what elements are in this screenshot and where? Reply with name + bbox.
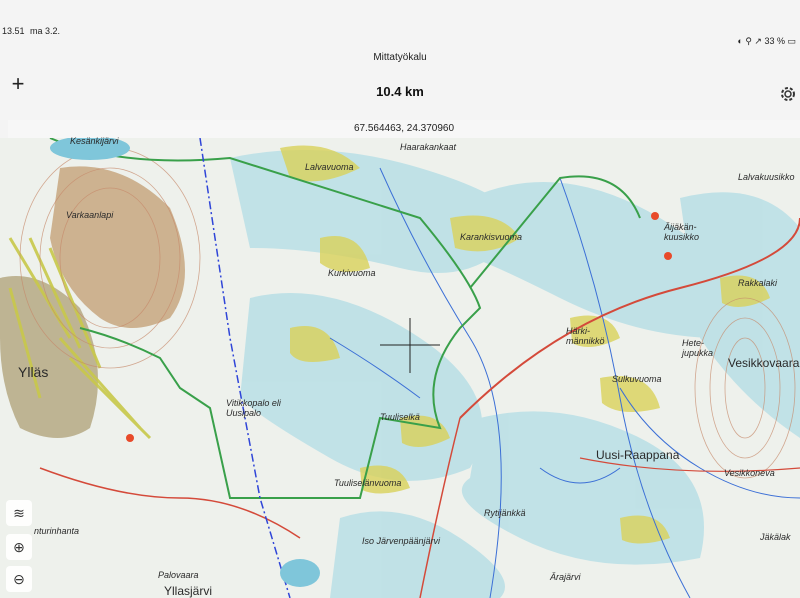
label-kurkivuoma: Kurkivuoma [328,268,376,278]
label-nturinhanta: nturinhanta [34,526,80,536]
label-haarakankaat: Haarakankaat [400,142,457,152]
status-bar: 13.51 ma 3.2. ◐ ⚲ ↗ 33 % ▭ [0,24,800,46]
page-title: Mittatyökalu [373,52,427,63]
label-harkimannikko: Härki- männikkö [566,326,605,346]
label-uusi-raappana: Uusi-Raappana [596,448,680,462]
label-tuuliselanvuoma: Tuuliselänvuoma [334,478,402,488]
layers-icon: ≋ [13,505,25,521]
status-date: ma 3.2. [30,26,61,36]
label-arajarvi: Ärajärvi [550,572,581,582]
coordinates-readout: 67.564463, 24.370960 [8,120,800,139]
label-lalvakuusikko: Lalvakuusikko [738,172,795,182]
label-rakkalaki: Rakkalaki [738,278,778,288]
label-varkaanlapi: Varkaanlapi [66,210,114,220]
label-ajakan: Äijäkän- kuusikko [664,222,700,242]
label-sulkuvuoma: Sulkuvuoma [612,374,662,384]
label-tuuliselka: Tuuliselkä [380,412,420,422]
add-point-button[interactable]: + [8,71,28,96]
zoom-in-icon: ⊕ [13,539,25,555]
app-screen: 13.51 ma 3.2. ◐ ⚲ ↗ 33 % ▭ Mittatyökalu … [0,0,800,598]
zoom-out-button[interactable]: ⊖ [6,566,32,592]
battery-percent: 33 % [764,36,785,46]
layers-button[interactable]: ≋ [6,500,32,526]
label-yllas: Ylläs [18,364,49,380]
gear-icon [781,87,795,101]
label-vitikkopalo: Vitikkopalo eli Uusipalo [226,398,281,418]
label-vesikkoneva: Vesikkoneva [724,468,775,478]
plus-icon: + [11,71,25,96]
label-karankisvuoma: Karankisvuoma [460,232,523,242]
label-kesankijarvi: Kesänkijärvi [70,136,119,146]
label-hete: Hete- jupukka [682,338,714,358]
map-view[interactable]: Haarakankaat Lalvavuoma Lalvakuusikko Ka… [0,136,800,598]
label-palovaara: Palovaara [158,570,199,580]
zoom-in-button[interactable]: ⊕ [6,534,32,560]
label-vesikkovaara: Vesikkovaara [728,356,800,370]
status-time: 13.51 [2,26,25,36]
map-canvas [0,138,800,598]
battery-indicator: ◐ ⚲ ↗ 33 % ▭ [737,36,796,46]
distance-value: 10.4 km [376,84,424,99]
label-yllasjarvi: Yllasjärvi [164,584,213,598]
label-lalvavuoma: Lalvavuoma [305,162,354,172]
label-jakalak: Jäkälak [760,532,791,542]
label-rytijankka: Rytijänkkä [484,508,526,518]
zoom-out-icon: ⊖ [13,571,25,587]
settings-button[interactable] [778,84,798,104]
label-iso-jarvenpaanjarvi: Iso Järvenpäänjärvi [362,536,441,546]
